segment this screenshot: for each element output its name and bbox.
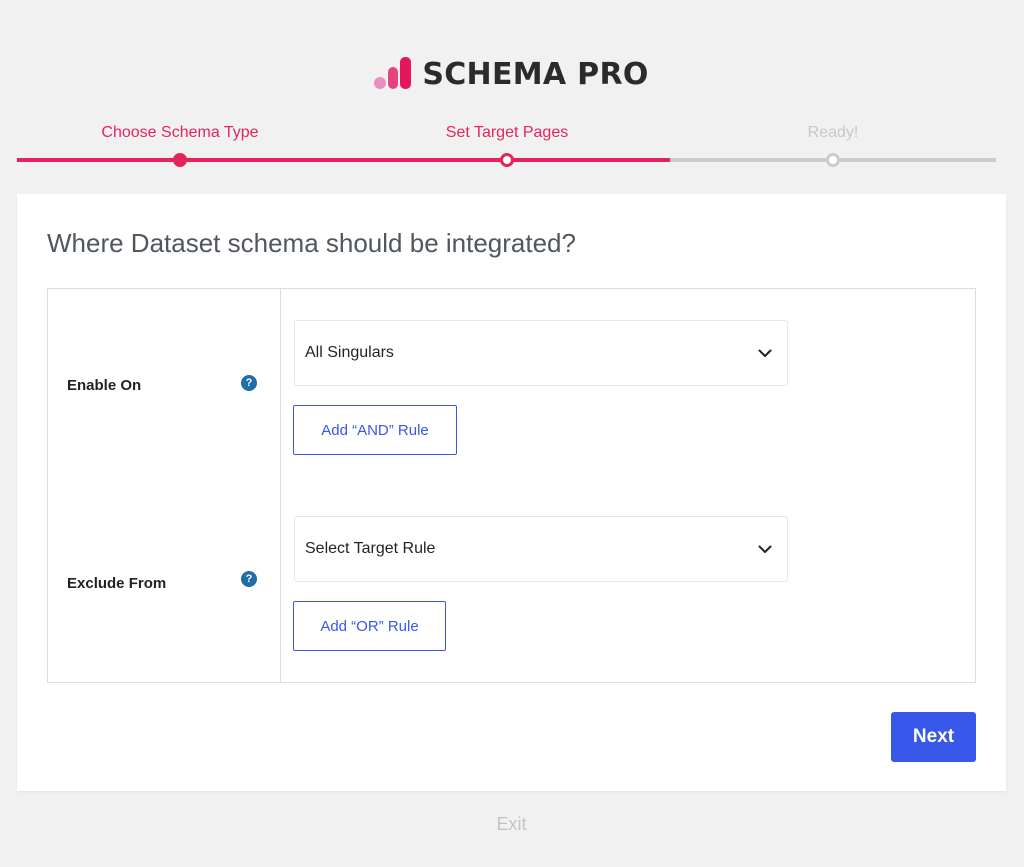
add-or-rule-button[interactable]: Add “OR” Rule — [293, 601, 446, 651]
step-label-ready: Ready! — [807, 124, 859, 141]
enable-on-label: Enable On — [67, 377, 142, 394]
exclude-from-label: Exclude From — [67, 575, 167, 592]
column-divider — [280, 289, 281, 682]
exclude-from-select[interactable]: Select Target Rule — [294, 516, 788, 582]
target-rules-table: Enable On ? All Singulars Add “AND” Rule… — [47, 288, 976, 683]
step-node-current — [500, 153, 514, 167]
step-node-pending — [826, 153, 840, 167]
exit-link[interactable]: Exit — [17, 814, 1006, 835]
chevron-down-icon — [757, 345, 773, 361]
brand-name: SCHEMA PRO — [422, 56, 649, 92]
step-label-set-target-pages[interactable]: Set Target Pages — [446, 124, 568, 142]
next-button[interactable]: Next — [891, 712, 976, 762]
chevron-down-icon — [757, 541, 773, 557]
add-and-rule-button[interactable]: Add “AND” Rule — [293, 405, 457, 455]
wizard-steps: Choose Schema Type Set Target Pages Read… — [17, 120, 996, 170]
step-label-choose-schema-type[interactable]: Choose Schema Type — [101, 124, 258, 142]
progress-track-done — [17, 158, 670, 162]
step-node-done — [173, 153, 187, 167]
enable-on-selected-value: All Singulars — [305, 344, 394, 361]
enable-on-help-icon[interactable]: ? — [241, 375, 257, 391]
enable-on-select[interactable]: All Singulars — [294, 320, 788, 386]
brand-logo: SCHEMA PRO — [17, 44, 1006, 104]
page-title: Where Dataset schema should be integrate… — [47, 228, 576, 258]
schema-pro-logo-icon — [374, 57, 412, 91]
target-pages-card: Where Dataset schema should be integrate… — [17, 194, 1006, 791]
exclude-from-selected-value: Select Target Rule — [305, 540, 436, 557]
setup-wizard: SCHEMA PRO Choose Schema Type Set Target… — [17, 44, 1006, 839]
exclude-from-help-icon[interactable]: ? — [241, 571, 257, 587]
